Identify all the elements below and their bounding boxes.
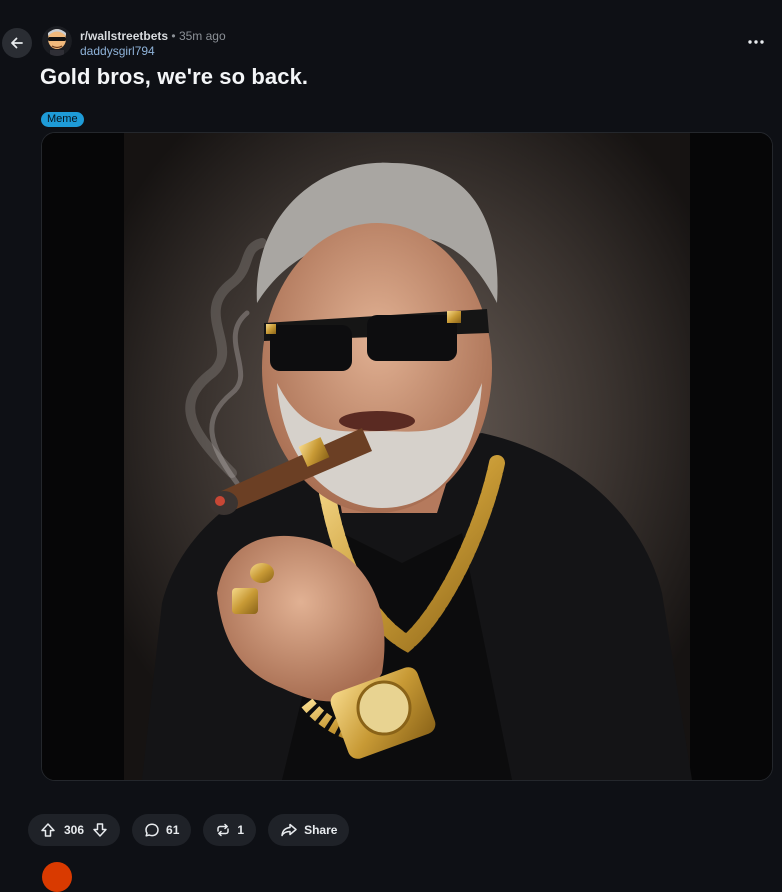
subreddit-link[interactable]: r/wallstreetbets [80,29,168,43]
user-avatar[interactable] [42,862,72,892]
post-actions-bar: 306 61 1 Share [28,814,350,846]
repost-button[interactable]: 1 [203,814,257,846]
downvote-icon[interactable] [92,822,108,838]
subreddit-avatar[interactable] [42,26,72,56]
more-options-button[interactable] [746,32,766,52]
meta-separator: • [171,29,176,43]
vote-count: 306 [64,823,85,837]
comments-button[interactable]: 61 [132,814,192,846]
post-title[interactable]: Gold bros, we're so back. [40,64,308,90]
post-photo [42,133,772,780]
vote-control: 306 [28,814,121,846]
more-options-icon [748,40,764,44]
repost-icon [217,823,230,837]
author-link[interactable]: daddysgirl794 [80,44,226,59]
back-arrow-icon [11,37,23,49]
share-icon [281,823,297,837]
post-flair[interactable]: Meme [41,112,84,127]
back-button[interactable] [2,28,32,58]
share-label: Share [304,823,338,837]
post-time: 35m ago [178,29,226,43]
share-button[interactable]: Share [268,814,350,846]
comment-icon [145,823,159,837]
subreddit-avatar-icon [42,26,72,56]
upvote-icon[interactable] [40,822,56,838]
comment-count: 61 [166,823,180,837]
post-image[interactable] [41,132,773,781]
repost-count: 1 [237,823,245,837]
